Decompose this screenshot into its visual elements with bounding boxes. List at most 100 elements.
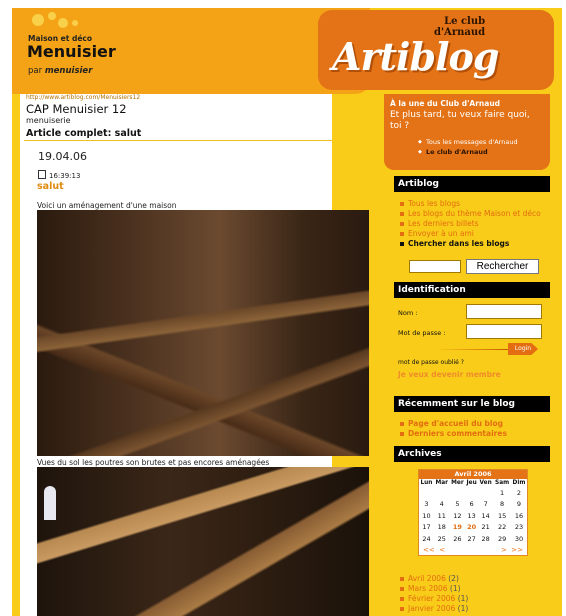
blog-title: CAP Menuisier 12 <box>26 102 127 116</box>
blog-url[interactable]: http://www.artiblog.com/Menuisiers12 <box>26 94 140 101</box>
recent-links: Page d'accueil du blog Derniers commenta… <box>400 419 545 439</box>
calendar-day <box>434 487 450 499</box>
club-line1: Le club <box>444 16 486 27</box>
search-label: Chercher dans les blogs <box>400 239 545 249</box>
archive-month-list: Avril 2006 (2) Mars 2006 (1) Février 200… <box>400 574 468 614</box>
next-month-link[interactable]: > <box>501 546 507 554</box>
calendar-day-header: Sam <box>493 479 511 487</box>
calendar-week: 17 18 19 20 21 22 23 <box>419 522 527 534</box>
login-button[interactable]: Login <box>508 343 538 355</box>
calendar-day: 8 <box>500 500 505 509</box>
calendar-day-header: Ven <box>478 479 494 487</box>
calendar-day: 4 <box>439 500 444 509</box>
forgot-password-link[interactable]: mot de passe oublié ? <box>398 359 464 366</box>
artiblog-links: Tous les blogs Les blogs du thème Maison… <box>400 199 545 249</box>
archive-month[interactable]: Avril 2006 (2) <box>400 574 468 584</box>
byline-prefix: par <box>28 66 43 76</box>
calendar-day: 12 <box>453 511 462 520</box>
calendar-day-header: Mar <box>433 479 450 487</box>
calendar-day: 27 <box>467 534 476 543</box>
login-arrow: Login <box>436 343 538 355</box>
club-promo: À la une du Club d'Arnaud Et plus tard, … <box>384 94 550 170</box>
promo-text[interactable]: Et plus tard, tu veux faire quoi, toi ? <box>390 110 540 132</box>
calendar-week: 24 25 26 27 28 29 30 <box>419 533 527 545</box>
archive-month[interactable]: Janvier 2006 (1) <box>400 604 468 614</box>
archive-month-label[interactable]: Avril 2006 <box>408 574 446 583</box>
clock-icon <box>38 170 46 179</box>
promo-links: Tous les messages d'Arnaud Le club d'Arn… <box>418 138 518 156</box>
archive-month-label[interactable]: Janvier 2006 <box>408 604 455 613</box>
password-label: Mot de passe : <box>398 329 446 337</box>
calendar-day: 10 <box>422 511 431 520</box>
archive-month-label[interactable]: Février 2006 <box>408 594 455 603</box>
archive-count: (2) <box>448 574 459 583</box>
calendar-day: 5 <box>455 500 460 509</box>
calendar-day: 9 <box>516 500 522 509</box>
prev-year-link[interactable]: << <box>423 546 435 554</box>
post-date: 19.04.06 <box>38 150 87 163</box>
calendar-day-header: Mer <box>449 479 466 487</box>
promo-link-club[interactable]: Le club d'Arnaud <box>418 148 518 156</box>
post-title[interactable]: salut <box>37 181 64 192</box>
calendar-day: 29 <box>497 534 507 543</box>
blog-header: Maison et déco Menuisier par menuisier <box>12 8 370 94</box>
promo-link-messages[interactable]: Tous les messages d'Arnaud <box>418 138 518 146</box>
name-label: Nom : <box>398 309 418 317</box>
calendar-day <box>419 487 434 499</box>
link-all-blogs[interactable]: Tous les blogs <box>400 199 545 209</box>
link-blog-home[interactable]: Page d'accueil du blog <box>400 419 545 429</box>
calendar-day: 2 <box>516 488 522 497</box>
caption-1: Voici un aménagement d'une maison <box>37 201 177 210</box>
next-year-link[interactable]: >> <box>511 546 523 554</box>
become-member-link[interactable]: Je veux devenir membre <box>398 370 501 379</box>
link-latest-posts[interactable]: Les derniers billets <box>400 219 545 229</box>
post-time-text: 16:39:13 <box>49 172 81 180</box>
calendar-day: 6 <box>469 500 474 509</box>
calendar-day: 11 <box>437 511 446 520</box>
calendar-day[interactable]: 19 <box>450 522 466 534</box>
search-button[interactable]: Rechercher <box>466 259 539 274</box>
archive-count: (1) <box>457 594 469 603</box>
divider <box>24 140 332 141</box>
prev-month-link[interactable]: < <box>439 546 445 554</box>
arrow-line <box>436 349 516 350</box>
calendar-day: 23 <box>514 523 524 532</box>
search-input[interactable] <box>409 260 461 273</box>
artiblog-logo[interactable]: Le club d'Arnaud Artiblog <box>318 10 554 90</box>
calendar-week: 10 11 12 13 14 15 16 <box>419 510 527 522</box>
calendar-day <box>478 487 493 499</box>
archive-month[interactable]: Février 2006 (1) <box>400 594 468 604</box>
calendar-day: 28 <box>481 534 490 543</box>
calendar-day: 14 <box>481 511 490 520</box>
calendar-day: 26 <box>453 534 462 543</box>
calendar-day: 16 <box>514 511 524 520</box>
attic-photo-2 <box>37 467 369 616</box>
calendar-day-header: Lun <box>419 479 434 487</box>
calendar-week: 3 4 567 8 9 <box>419 499 527 511</box>
blog-subtitle: menuiserie <box>26 116 71 125</box>
archive-month-label[interactable]: Mars 2006 <box>408 584 448 593</box>
link-latest-comments[interactable]: Derniers commentaires <box>400 429 545 439</box>
archive-month[interactable]: Mars 2006 (1) <box>400 584 468 594</box>
archive-count: (1) <box>449 584 461 593</box>
attic-photo-1 <box>37 210 369 456</box>
calendar-day-header: Jeu <box>465 479 478 487</box>
calendar-day-header: Dim <box>510 479 527 487</box>
calendar-day: 21 <box>481 523 490 532</box>
password-field[interactable] <box>466 324 542 339</box>
name-field[interactable] <box>466 304 542 319</box>
byline-author: menuisier <box>44 66 93 76</box>
calendar-day <box>450 487 466 499</box>
promo-kicker: À la une du Club d'Arnaud <box>390 99 501 108</box>
recent-heading: Récemment sur le blog <box>394 396 550 412</box>
calendar-day[interactable]: 20 <box>465 522 478 534</box>
link-theme-blogs[interactable]: Les blogs du thème Maison et déco <box>400 209 545 219</box>
calendar-month: Avril 2006 <box>419 470 527 479</box>
calendar-day: 22 <box>497 523 507 532</box>
calendar-day: 3 <box>424 500 429 509</box>
link-send-friend[interactable]: Envoyer à un ami <box>400 229 545 239</box>
caption-2: Vues du sol les poutres son brutes et pa… <box>37 458 270 467</box>
logo-wordmark: Artiblog <box>332 34 499 79</box>
calendar-day: 13 <box>467 511 476 520</box>
identification-heading: Identification <box>394 282 550 298</box>
